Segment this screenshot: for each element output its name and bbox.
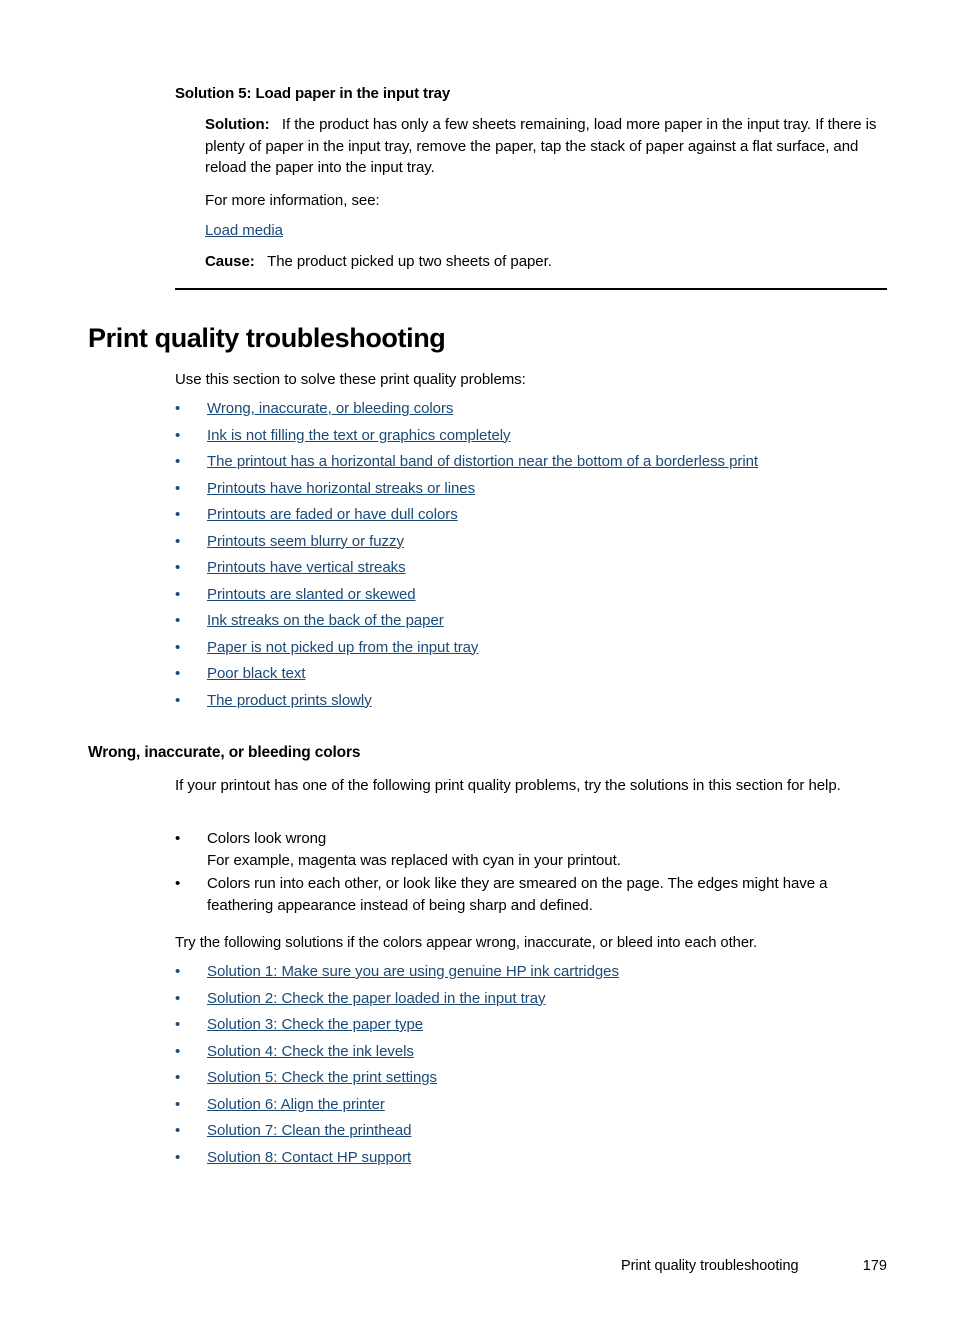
list-item[interactable]: • Printouts seem blurry or fuzzy xyxy=(175,531,895,553)
solution-label: Solution: xyxy=(205,116,270,133)
list-item[interactable]: • Poor black text xyxy=(175,663,895,685)
bullet-icon: • xyxy=(175,400,181,417)
solution-body: If the product has only a few sheets rem… xyxy=(205,116,877,176)
bullet-icon: • xyxy=(175,559,181,576)
link-problem[interactable]: The printout has a horizontal band of di… xyxy=(207,453,758,470)
link-solution[interactable]: Solution 6: Align the printer xyxy=(207,1096,385,1113)
link-problem[interactable]: Ink streaks on the back of the paper xyxy=(207,612,444,629)
list-item[interactable]: • Solution 4: Check the ink levels xyxy=(175,1041,895,1063)
solution-5-heading: Solution 5: Load paper in the input tray xyxy=(175,85,451,102)
print-quality-problem-list: • Wrong, inaccurate, or bleeding colors •… xyxy=(175,398,895,716)
link-solution[interactable]: Solution 1: Make sure you are using genu… xyxy=(207,963,619,980)
link-problem[interactable]: Printouts seem blurry or fuzzy xyxy=(207,533,404,550)
link-solution[interactable]: Solution 4: Check the ink levels xyxy=(207,1043,414,1060)
list-item[interactable]: • Solution 5: Check the print settings xyxy=(175,1067,895,1089)
symptom-main: Colors run into each other, or look like… xyxy=(207,875,828,914)
link-problem[interactable]: Poor black text xyxy=(207,665,306,682)
bullet-icon: • xyxy=(175,1095,181,1113)
list-item: • Colors run into each other, or look li… xyxy=(175,873,875,916)
link-problem[interactable]: Printouts have vertical streaks xyxy=(207,559,406,576)
bullet-icon: • xyxy=(175,479,181,497)
symptom-sub: For example, magenta was replaced with c… xyxy=(207,851,621,869)
bullet-icon: • xyxy=(175,612,181,629)
link-problem[interactable]: Printouts have horizontal streaks or lin… xyxy=(207,480,475,497)
page-title: Print quality troubleshooting xyxy=(88,323,446,353)
solution-5-cause-paragraph: Cause: The product picked up two sheets … xyxy=(205,251,887,273)
section-divider xyxy=(175,288,887,290)
link-problem[interactable]: Printouts are slanted or skewed xyxy=(207,586,416,603)
bullet-icon: • xyxy=(175,532,181,550)
document-page: Solution 5: Load paper in the input tray… xyxy=(0,0,954,1321)
footer-page-number: 179 xyxy=(862,1258,887,1274)
bullet-icon: • xyxy=(175,453,181,470)
list-item: • Colors look wrong For example, magenta… xyxy=(175,828,875,871)
list-item[interactable]: • Solution 6: Align the printer xyxy=(175,1094,895,1116)
bullet-icon: • xyxy=(175,875,181,892)
link-solution[interactable]: Solution 8: Contact HP support xyxy=(207,1149,411,1166)
bleeding-colors-solution-list: • Solution 1: Make sure you are using gen… xyxy=(175,961,895,1173)
link-solution[interactable]: Solution 2: Check the paper loaded in th… xyxy=(207,990,546,1007)
list-item[interactable]: • Ink is not filling the text or graphics… xyxy=(175,425,895,447)
bullet-icon: • xyxy=(175,1016,181,1033)
link-problem[interactable]: Printouts are faded or have dull colors xyxy=(207,506,458,523)
try-line-text: Try the following solutions if the color… xyxy=(175,934,758,951)
link-solution[interactable]: Solution 7: Clean the printhead xyxy=(207,1122,411,1139)
link-solution[interactable]: Solution 3: Check the paper type xyxy=(207,1016,423,1033)
list-item[interactable]: • Printouts have horizontal streaks or li… xyxy=(175,478,895,500)
bullet-icon: • xyxy=(175,830,181,847)
list-item[interactable]: • Solution 2: Check the paper loaded in t… xyxy=(175,988,895,1010)
print-quality-intro: Use this section to solve these print qu… xyxy=(175,371,526,388)
bullet-icon: • xyxy=(175,585,181,603)
bullet-icon: • xyxy=(175,506,181,523)
cause-body: The product picked up two sheets of pape… xyxy=(267,253,552,270)
list-item[interactable]: • Solution 3: Check the paper type xyxy=(175,1014,895,1036)
bleeding-colors-try-line: Try the following solutions if the color… xyxy=(175,932,891,954)
list-item[interactable]: • Ink streaks on the back of the paper xyxy=(175,610,895,632)
bleeding-colors-symptom-list: • Colors look wrong For example, magenta… xyxy=(175,828,875,918)
bullet-icon: • xyxy=(175,989,181,1007)
cause-label: Cause: xyxy=(205,253,255,270)
bullet-icon: • xyxy=(175,1148,181,1166)
list-item[interactable]: • The product prints slowly xyxy=(175,690,895,712)
bullet-icon: • xyxy=(175,1042,181,1060)
link-load-media[interactable]: Load media xyxy=(205,220,283,242)
link-problem[interactable]: Paper is not picked up from the input tr… xyxy=(207,639,478,656)
list-item[interactable]: • The printout has a horizontal band of d… xyxy=(175,451,895,473)
bleeding-colors-intro: If your printout has one of the followin… xyxy=(175,777,841,794)
list-item[interactable]: • Solution 7: Clean the printhead xyxy=(175,1120,895,1142)
list-item[interactable]: • Solution 8: Contact HP support xyxy=(175,1147,895,1169)
bullet-icon: • xyxy=(175,691,181,709)
bullet-icon: • xyxy=(175,665,181,682)
link-problem[interactable]: Wrong, inaccurate, or bleeding colors xyxy=(207,400,453,417)
solution-5-solution-paragraph: Solution: If the product has only a few … xyxy=(205,114,887,179)
list-item[interactable]: • Solution 1: Make sure you are using gen… xyxy=(175,961,895,983)
bullet-icon: • xyxy=(175,1122,181,1139)
bleeding-colors-heading: Wrong, inaccurate, or bleeding colors xyxy=(88,744,361,761)
link-problem[interactable]: The product prints slowly xyxy=(207,692,372,709)
bullet-icon: • xyxy=(175,1069,181,1086)
list-item[interactable]: • Printouts have vertical streaks xyxy=(175,557,895,579)
solution-5-more-info: For more information, see: xyxy=(205,192,380,209)
bullet-icon: • xyxy=(175,963,181,980)
list-item[interactable]: • Wrong, inaccurate, or bleeding colors xyxy=(175,398,895,420)
list-item[interactable]: • Printouts are faded or have dull colors xyxy=(175,504,895,526)
link-problem[interactable]: Ink is not filling the text or graphics … xyxy=(207,427,511,444)
symptom-main: Colors look wrong xyxy=(207,830,327,847)
list-item[interactable]: • Printouts are slanted or skewed xyxy=(175,584,895,606)
footer-section-label: Print quality troubleshooting xyxy=(621,1258,799,1274)
bullet-icon: • xyxy=(175,638,181,656)
bullet-icon: • xyxy=(175,426,181,444)
list-item[interactable]: • Paper is not picked up from the input t… xyxy=(175,637,895,659)
link-solution[interactable]: Solution 5: Check the print settings xyxy=(207,1069,437,1086)
